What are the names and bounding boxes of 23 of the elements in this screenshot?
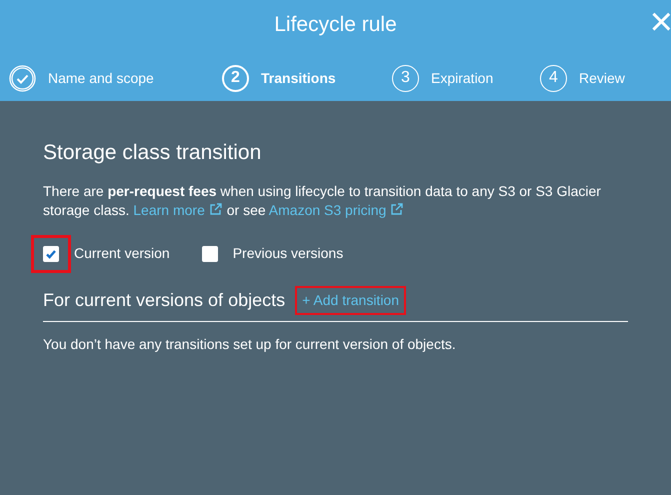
checkbox[interactable]	[43, 246, 59, 262]
checkbox[interactable]	[202, 246, 218, 262]
step-label[interactable]: Expiration	[431, 68, 494, 88]
checkbox-label: Previous versions	[232, 244, 344, 263]
external-link-icon	[390, 202, 404, 216]
close-button[interactable]: ×	[650, 2, 671, 42]
step-number: 3	[392, 64, 419, 92]
link[interactable]: Learn more	[133, 202, 223, 218]
subsection-heading: For current versions of objects	[43, 288, 286, 312]
link[interactable]: Amazon S3 pricing	[268, 202, 404, 218]
checkbox-label: Current version	[74, 244, 170, 263]
section-heading: Storage class transition	[43, 140, 262, 166]
fees-description: There are per-request fees when using lifecycle to transition data to any S3 or S3 Glacier storage class. Learn more or see Amazon S3 pricing	[43, 182, 602, 220]
step-number: 4	[540, 64, 567, 92]
add-transition-link[interactable]: + Add transition	[295, 286, 406, 314]
external-link-icon	[208, 202, 223, 216]
step-label[interactable]: Transitions	[261, 68, 336, 88]
step-label[interactable]: Name and scope	[48, 68, 154, 88]
window-title: Lifecycle rule	[274, 12, 397, 38]
step-label[interactable]: Review	[579, 68, 625, 88]
step-number: 2	[222, 64, 249, 92]
check-circle-icon	[9, 64, 36, 92]
empty-message: You don’t have any transitions set up for current version of objects.	[43, 334, 457, 354]
